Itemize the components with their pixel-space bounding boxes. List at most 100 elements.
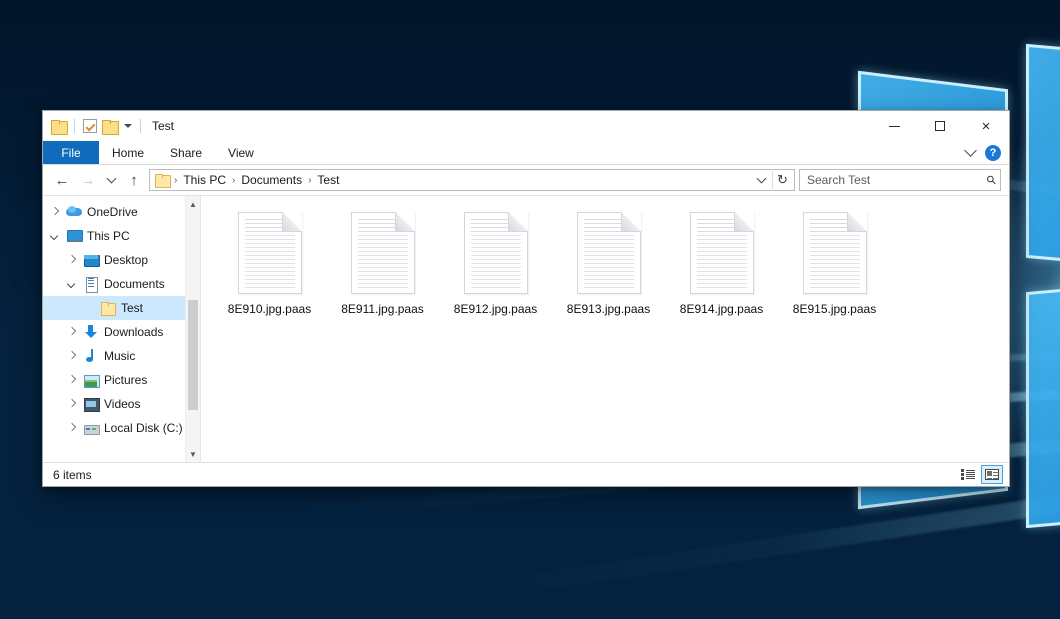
minimize-button[interactable] [871, 111, 917, 141]
chevron-right-icon[interactable] [66, 374, 78, 386]
tab-home[interactable]: Home [99, 141, 157, 164]
navigation-scrollbar[interactable]: ▲ ▼ [185, 196, 200, 462]
chevron-right-icon[interactable] [66, 350, 78, 362]
sidebar-item-onedrive[interactable]: OneDrive [43, 200, 200, 224]
details-view-button[interactable] [957, 465, 979, 484]
sidebar-item-label: Videos [104, 397, 140, 411]
file-item[interactable]: 8E910.jpg.paas [213, 210, 326, 316]
file-list-pane[interactable]: 8E910.jpg.paas 8E911.jpg.paas 8E912.jpg.pa… [201, 196, 1009, 462]
disk-icon [83, 420, 99, 436]
sidebar-item-label: Documents [104, 277, 165, 291]
breadcrumb-separator: › [173, 175, 178, 186]
recent-locations-button[interactable] [103, 169, 119, 191]
chevron-down-icon[interactable] [964, 144, 977, 157]
ribbon-tab-bar: File Home Share View ? [43, 141, 1009, 165]
customize-caret-icon[interactable] [124, 124, 132, 128]
file-item[interactable]: 8E914.jpg.paas [665, 210, 778, 316]
breadcrumb-item-documents[interactable]: Documents [237, 172, 306, 188]
large-icons-view-button[interactable] [981, 465, 1003, 484]
window-body: OneDrive This PC Desktop Documents Test Downl… [43, 195, 1009, 462]
videos-icon [83, 396, 99, 412]
minimize-icon [889, 126, 900, 127]
sidebar-item-videos[interactable]: Videos [43, 392, 200, 416]
page-fold-icon [734, 212, 754, 232]
scroll-down-button[interactable]: ▼ [186, 446, 200, 462]
chevron-right-icon[interactable] [66, 254, 78, 266]
ribbon-right-controls: ? [966, 141, 1009, 164]
address-dropdown-button[interactable] [751, 169, 771, 191]
chevron-right-icon[interactable] [66, 398, 78, 410]
scroll-up-button[interactable]: ▲ [186, 196, 200, 212]
downloads-icon [83, 324, 99, 340]
sidebar-item-test[interactable]: Test [43, 296, 200, 320]
desktop-icon [83, 252, 99, 268]
breadcrumb-item-test[interactable]: Test [313, 172, 343, 188]
close-button[interactable]: × [963, 111, 1009, 141]
up-button[interactable] [123, 169, 145, 191]
breadcrumb[interactable]: › This PC › Documents › Test ↻ [149, 169, 795, 191]
quick-access-toolbar [51, 119, 144, 133]
chevron-right-icon[interactable] [66, 422, 78, 434]
details-view-icon [961, 469, 975, 480]
file-name-label: 8E914.jpg.paas [680, 302, 763, 316]
sidebar-item-pictures[interactable]: Pictures [43, 368, 200, 392]
chevron-right-icon[interactable] [49, 206, 61, 218]
page-fold-icon [621, 212, 641, 232]
refresh-button[interactable]: ↻ [772, 169, 792, 191]
file-name-label: 8E913.jpg.paas [567, 302, 650, 316]
chevron-down-icon [756, 174, 766, 184]
back-button[interactable] [51, 169, 73, 191]
sidebar-item-label: Downloads [104, 325, 163, 339]
sidebar-item-documents[interactable]: Documents [43, 272, 200, 296]
file-name-label: 8E911.jpg.paas [341, 302, 424, 316]
forward-button[interactable] [77, 169, 99, 191]
sidebar-item-desktop[interactable]: Desktop [43, 248, 200, 272]
file-item[interactable]: 8E913.jpg.paas [552, 210, 665, 316]
desktop: Test × File Home Share View ? [0, 0, 1060, 619]
file-explorer-window: Test × File Home Share View ? [42, 110, 1010, 487]
item-count-label: 6 items [53, 468, 92, 482]
pictures-icon [83, 372, 99, 388]
chevron-down-icon[interactable] [49, 230, 61, 242]
tab-share[interactable]: Share [157, 141, 215, 164]
tab-view[interactable]: View [215, 141, 267, 164]
search-box[interactable]: Search Test ⚲ [799, 169, 1001, 191]
generic-document-icon [351, 212, 415, 294]
generic-document-icon [577, 212, 641, 294]
maximize-icon [935, 121, 945, 131]
sidebar-item-music[interactable]: Music [43, 344, 200, 368]
documents-icon [83, 276, 99, 292]
file-item[interactable]: 8E915.jpg.paas [778, 210, 891, 316]
new-folder-icon[interactable] [102, 120, 117, 133]
properties-icon[interactable] [83, 119, 97, 133]
tab-file[interactable]: File [43, 141, 99, 164]
search-input[interactable]: Search Test [807, 173, 987, 187]
onedrive-icon [66, 204, 82, 220]
folder-icon[interactable] [51, 120, 66, 133]
sidebar-item-label: Local Disk (C:) [104, 421, 183, 435]
title-bar: Test × [43, 111, 1009, 141]
help-icon[interactable]: ? [985, 145, 1001, 161]
sidebar-item-label: This PC [87, 229, 130, 243]
logo-pane [1026, 276, 1060, 528]
breadcrumb-separator: › [231, 175, 236, 186]
navigation-pane: OneDrive This PC Desktop Documents Test Downl… [43, 196, 201, 462]
sidebar-item-this-pc[interactable]: This PC [43, 224, 200, 248]
close-icon: × [982, 119, 991, 134]
sidebar-item-downloads[interactable]: Downloads [43, 320, 200, 344]
chevron-down-icon[interactable] [66, 278, 78, 290]
toolbar-separator [74, 119, 75, 133]
file-item[interactable]: 8E912.jpg.paas [439, 210, 552, 316]
address-bar: › This PC › Documents › Test ↻ Search Te… [43, 165, 1009, 195]
breadcrumb-item-this-pc[interactable]: This PC [179, 172, 230, 188]
file-item[interactable]: 8E911.jpg.paas [326, 210, 439, 316]
scrollbar-thumb[interactable] [188, 300, 198, 410]
page-fold-icon [847, 212, 867, 232]
navigation-tree: OneDrive This PC Desktop Documents Test Downl… [43, 200, 200, 440]
generic-document-icon [803, 212, 867, 294]
twisty-spacer [83, 302, 95, 314]
maximize-button[interactable] [917, 111, 963, 141]
chevron-right-icon[interactable] [66, 326, 78, 338]
file-name-label: 8E912.jpg.paas [454, 302, 537, 316]
sidebar-item-local-disk-c[interactable]: Local Disk (C:) [43, 416, 200, 440]
